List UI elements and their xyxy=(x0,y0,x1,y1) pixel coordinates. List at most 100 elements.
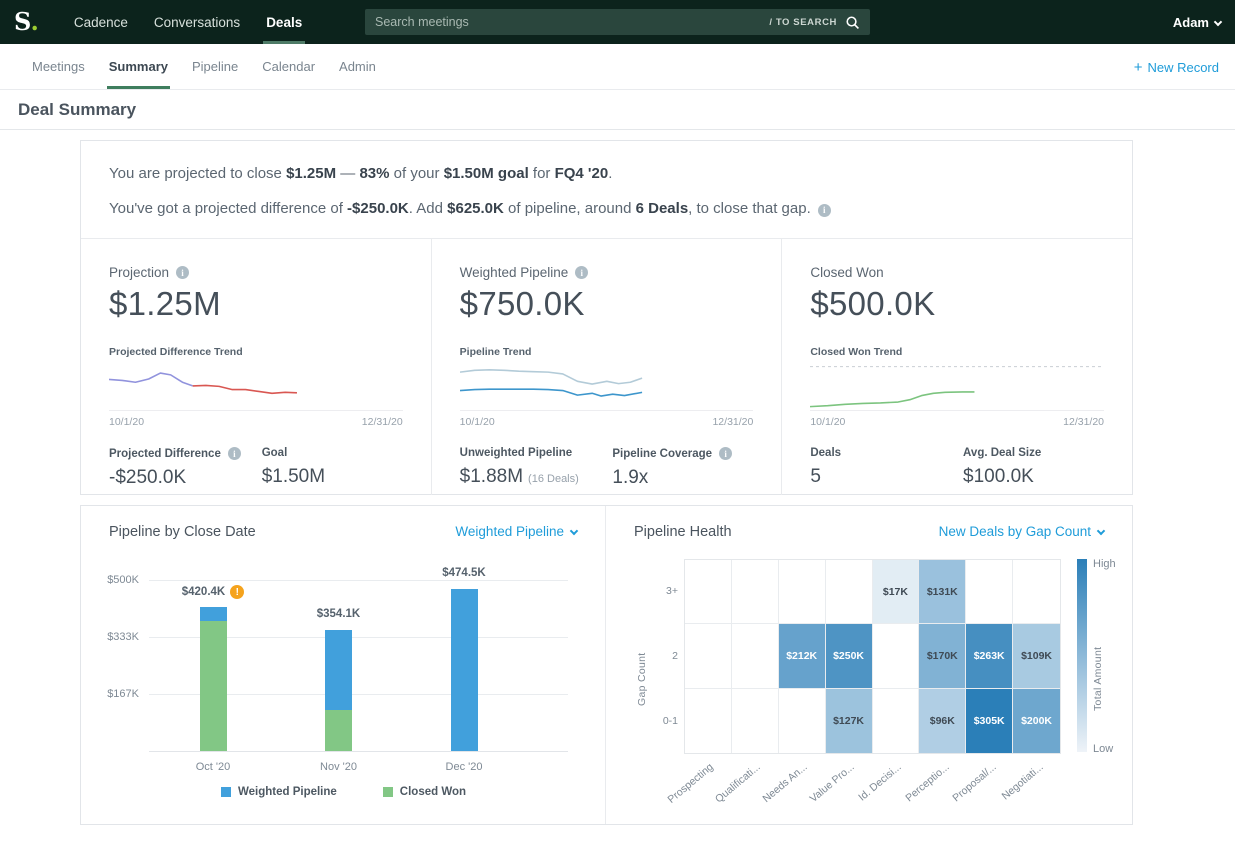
trend-label: Projected Difference Trend xyxy=(109,346,403,358)
substat-value: 1.9x xyxy=(612,467,753,489)
stat-card-value: $500.0K xyxy=(810,285,1104,323)
summary-card: You are projected to close $1.25M — 83% … xyxy=(80,140,1133,495)
primary-nav: Cadence Conversations Deals xyxy=(61,0,315,44)
substat-value: $1.50M xyxy=(262,466,403,488)
pipeline-trend-sparkline xyxy=(460,362,754,408)
bar-segment-closed-won xyxy=(325,710,352,751)
scale-high-label: High xyxy=(1093,558,1116,570)
x-axis-category: Nov '20 xyxy=(289,761,389,773)
y-axis-tick: $333K xyxy=(81,631,139,643)
nav-item-cadence[interactable]: Cadence xyxy=(61,0,141,44)
heatmap-cell-empty xyxy=(685,624,732,688)
charts-row: Pipeline by Close Date Weighted Pipeline… xyxy=(80,505,1133,825)
trend-start-date: 10/1/20 xyxy=(810,416,845,428)
tab-calendar[interactable]: Calendar xyxy=(250,44,327,89)
nav-item-deals[interactable]: Deals xyxy=(253,0,315,44)
info-icon[interactable] xyxy=(719,447,732,460)
heatmap-y-axis-label: Gap Count xyxy=(636,611,648,706)
legend-swatch xyxy=(383,787,393,797)
heatmap-cell-200k: $200K xyxy=(1013,689,1060,753)
substat-label: Projected Difference xyxy=(109,448,221,460)
tab-admin[interactable]: Admin xyxy=(327,44,388,89)
banner-line-2-text: You've got a projected difference of -$2… xyxy=(109,200,811,217)
heatmap-cell-empty xyxy=(873,689,920,753)
tab-meetings[interactable]: Meetings xyxy=(20,44,97,89)
heatmap-cell-109k: $109K xyxy=(1013,624,1060,688)
new-record-button[interactable]: + New Record xyxy=(1134,44,1219,90)
nav-item-conversations[interactable]: Conversations xyxy=(141,0,253,44)
heatmap-cell-96k: $96K xyxy=(919,689,966,753)
pipeline-health-heatmap: $17K$131K $212K$250K $170K$263K$109K $127K $… xyxy=(606,506,1132,824)
x-axis-category: Oct '20 xyxy=(163,761,263,773)
bar-chart-legend: Weighted PipelineClosed Won xyxy=(81,786,606,798)
stat-card-value: $1.25M xyxy=(109,285,403,323)
trend-date-range: 10/1/20 12/31/20 xyxy=(460,410,754,428)
x-axis-line xyxy=(149,751,568,752)
deals-sub-nav: Meetings Summary Pipeline Calendar Admin… xyxy=(0,44,1235,90)
heatmap-cell-170k: $170K xyxy=(919,624,966,688)
tab-pipeline[interactable]: Pipeline xyxy=(180,44,250,89)
stat-card-weighted-pipeline: Weighted Pipeline $750.0K Pipeline Trend… xyxy=(432,239,783,495)
heatmap-cell-127k: $127K xyxy=(826,689,873,753)
heatmap-cell-250k: $250K xyxy=(826,624,873,688)
heatmap-color-scale xyxy=(1077,559,1087,752)
trend-label: Pipeline Trend xyxy=(460,346,754,358)
bar-segment-weighted-pipeline xyxy=(325,630,352,710)
weighted-pipeline-dropdown[interactable]: Weighted Pipeline xyxy=(455,524,577,539)
warning-icon[interactable] xyxy=(230,585,244,599)
substat-label: Deals xyxy=(810,447,841,459)
bar-segment-closed-won xyxy=(200,621,227,751)
heatmap-cell-263k: $263K xyxy=(966,624,1013,688)
stat-card-title: Weighted Pipeline xyxy=(460,265,569,280)
heatmap-cell-empty xyxy=(685,689,732,753)
substat-value: 5 xyxy=(810,466,963,488)
pipeline-by-close-date-panel: Pipeline by Close Date Weighted Pipeline… xyxy=(81,506,606,824)
legend-swatch xyxy=(221,787,231,797)
info-icon[interactable] xyxy=(818,204,831,217)
app-logo[interactable]: S. xyxy=(14,0,39,44)
info-icon[interactable] xyxy=(575,266,588,279)
heatmap-cell-131k: $131K xyxy=(919,560,966,624)
heatmap-grid: $17K$131K $212K$250K $170K$263K$109K $127K $… xyxy=(684,559,1061,754)
user-menu[interactable]: Adam xyxy=(1173,0,1221,44)
user-name: Adam xyxy=(1173,15,1209,30)
substat-value: -$250.0K xyxy=(109,467,262,489)
heatmap-cell-empty xyxy=(732,689,779,753)
bar-total-label: $474.5K xyxy=(394,567,534,579)
trend-end-date: 12/31/20 xyxy=(1063,416,1104,428)
substat-value: $100.0K xyxy=(963,466,1104,488)
trend-end-date: 12/31/20 xyxy=(362,416,403,428)
stat-card-projection: Projection $1.25M Projected Difference T… xyxy=(81,239,432,495)
projection-banner: You are projected to close $1.25M — 83% … xyxy=(81,141,1132,239)
info-icon[interactable] xyxy=(176,266,189,279)
heatmap-cell-empty xyxy=(1013,560,1060,624)
substat-suffix: (16 Deals) xyxy=(528,473,579,485)
heatmap-cell-305k: $305K xyxy=(966,689,1013,753)
chevron-down-icon xyxy=(570,527,578,535)
banner-line-1: You are projected to close $1.25M — 83% … xyxy=(109,163,1104,185)
tab-summary[interactable]: Summary xyxy=(97,44,180,89)
heatmap-cell-212k: $212K xyxy=(779,624,826,688)
search-shortcut-hint: / TO SEARCH xyxy=(769,17,837,28)
logo-dot: . xyxy=(30,7,38,36)
info-icon[interactable] xyxy=(228,447,241,460)
substat-label: Pipeline Coverage xyxy=(612,448,712,460)
search-input[interactable] xyxy=(375,15,769,29)
heatmap-cell-17k: $17K xyxy=(873,560,920,624)
heatmap-cell-empty xyxy=(779,560,826,624)
search-icon[interactable] xyxy=(845,15,860,30)
search-box[interactable]: / TO SEARCH xyxy=(365,9,870,35)
stat-card-value: $750.0K xyxy=(460,285,754,323)
closed-won-sparkline xyxy=(810,362,1104,408)
banner-line-2: You've got a projected difference of -$2… xyxy=(109,198,1104,220)
heatmap-cell-empty xyxy=(826,560,873,624)
y-axis-tick: $167K xyxy=(81,688,139,700)
scale-low-label: Low xyxy=(1093,743,1113,755)
trend-label: Closed Won Trend xyxy=(810,346,1104,358)
legend-item-weighted-pipeline: Weighted Pipeline xyxy=(221,786,337,798)
substat-label: Goal xyxy=(262,447,288,459)
gridline xyxy=(149,580,568,581)
substat-label: Unweighted Pipeline xyxy=(460,447,572,459)
trend-date-range: 10/1/20 12/31/20 xyxy=(810,410,1104,428)
top-nav: S. Cadence Conversations Deals / TO SEAR… xyxy=(0,0,1235,44)
